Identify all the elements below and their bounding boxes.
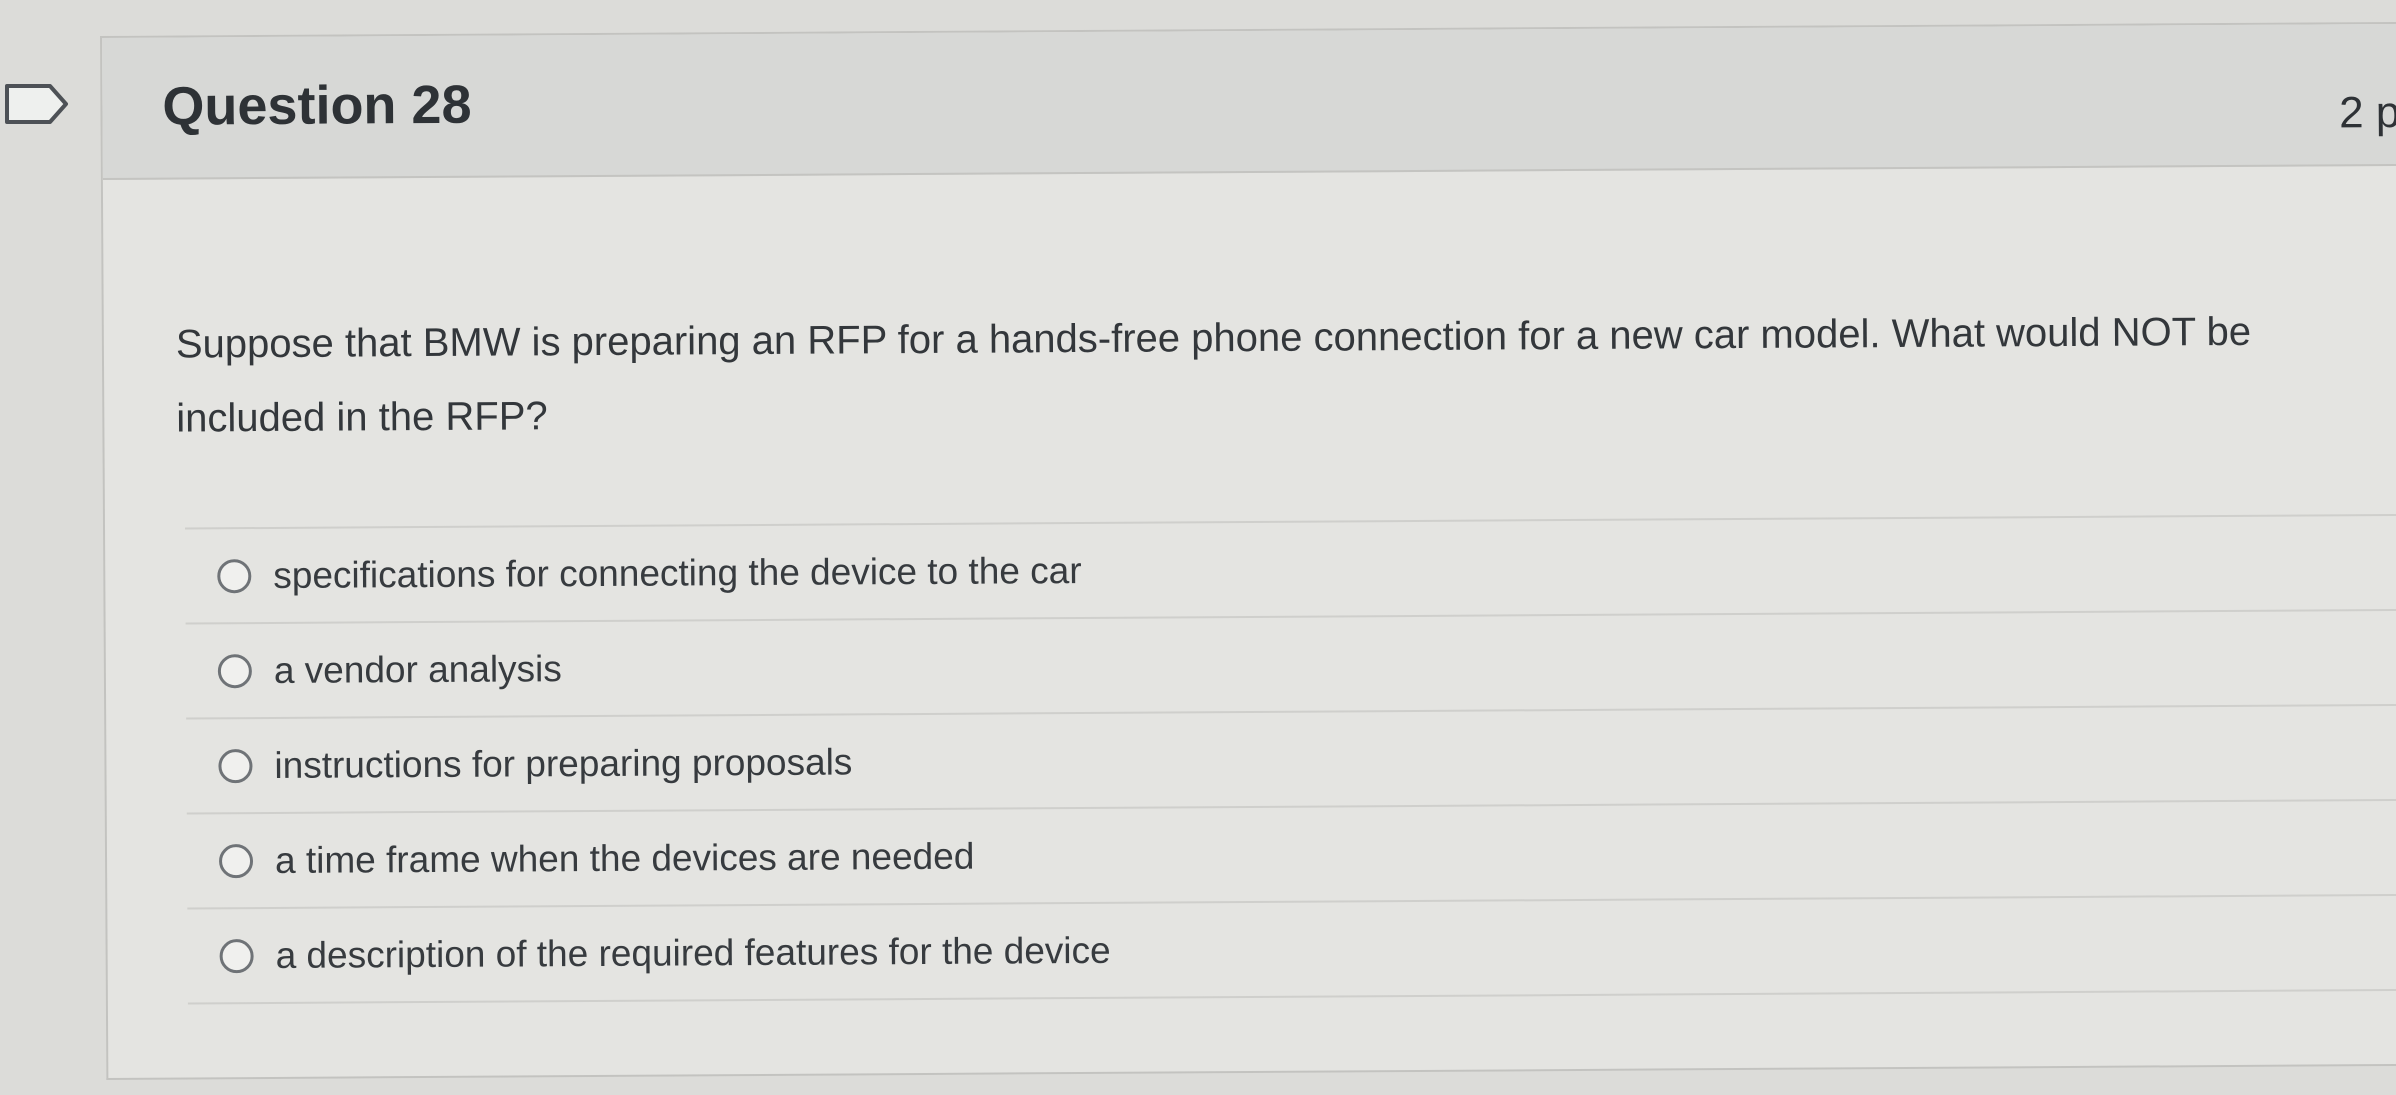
radio-button-icon[interactable] [217,653,252,688]
answer-label[interactable]: specifications for connecting the device… [273,550,1082,597]
answer-option[interactable]: a vendor analysis [185,608,2396,718]
question-card: Question 28 2 pt Suppose that BMW is pre… [100,21,2396,1080]
question-text: Suppose that BMW is preparing an RFP for… [175,309,2252,441]
answer-label[interactable]: a vendor analysis [274,648,562,692]
question-title: Question 28 [162,74,472,137]
radio-button-icon[interactable] [218,748,253,783]
radio-button-icon[interactable] [217,558,252,593]
question-header: Question 28 2 pt [102,23,2396,180]
answer-option[interactable]: a time frame when the devices are needed [186,798,2396,908]
bookmark-icon[interactable] [4,80,70,128]
answer-option[interactable]: specifications for connecting the device… [185,513,2396,623]
answer-label[interactable]: a description of the required features f… [275,929,1110,976]
answer-option[interactable]: instructions for preparing proposals [186,703,2396,813]
radio-button-icon[interactable] [219,938,254,973]
answer-label[interactable]: a time frame when the devices are needed [275,835,975,881]
radio-button-icon[interactable] [218,843,254,878]
answer-option[interactable]: a description of the required features f… [187,893,2396,1005]
question-points: 2 pt [2338,87,2396,138]
answer-list: specifications for connecting the device… [185,513,2396,1005]
answer-label[interactable]: instructions for preparing proposals [274,741,852,787]
